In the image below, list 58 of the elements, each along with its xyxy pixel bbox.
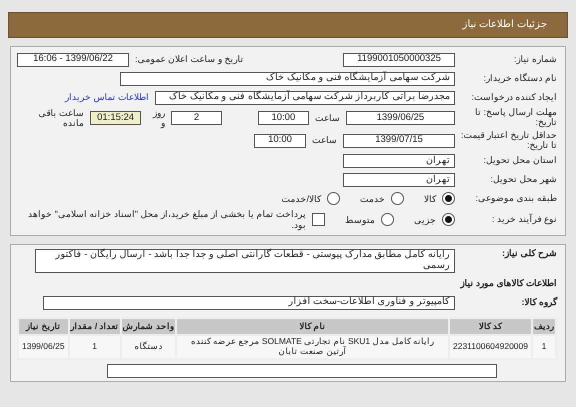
field-label: نام دستگاه خریدار: bbox=[482, 74, 557, 84]
table-cell: دستگاه bbox=[120, 335, 176, 359]
radio-label: خدمت bbox=[360, 194, 385, 204]
field-label: طبقه بندی موضوعی: bbox=[474, 194, 557, 204]
column-header: واحد شمارش bbox=[120, 318, 176, 336]
input-field[interactable]: 10:00 bbox=[254, 134, 306, 148]
input-field[interactable]: مجدرضا براتی کاربرداز شرکت سهامی آزمایشگاه فنی و مکانیک خاک bbox=[155, 90, 455, 104]
table-cell: رایانه کامل مدل SKU1 نام تجارتی SOLMATE مرجع عرضه کننده آرتین صنعت تابان bbox=[176, 335, 449, 359]
radio-label: کالا/خدمت bbox=[281, 194, 321, 204]
field-label: تاریخ و ساعت اعلان عمومی: bbox=[135, 54, 244, 65]
field-label: شرح کلی نیاز: bbox=[501, 249, 557, 260]
countdown-field[interactable]: 01:15:24 bbox=[90, 111, 142, 126]
section-title: اطلاعات کالاهای مورد نیاز bbox=[460, 278, 557, 289]
field-label: ایجاد کننده درخواست: bbox=[470, 92, 557, 102]
table-cell: 1 bbox=[532, 335, 556, 359]
radio-button[interactable] bbox=[442, 192, 455, 206]
checkbox[interactable] bbox=[312, 213, 325, 226]
input-field[interactable]: کامپیوتر و فناوری اطلاعات-سخت افزار bbox=[43, 296, 455, 310]
notes-field[interactable] bbox=[107, 364, 497, 378]
table-cell: 1399/06/25 bbox=[18, 335, 69, 359]
input-field[interactable]: 1399/06/22 - 16:06 bbox=[17, 52, 129, 66]
page-title: جزئیات اطلاعات نیاز bbox=[462, 19, 547, 31]
field-label: روز و bbox=[152, 108, 166, 129]
table-cell: 2231100604920009 bbox=[448, 335, 532, 359]
field-label: ساعت bbox=[312, 135, 337, 146]
field-label: شهر محل تحویل: bbox=[489, 175, 557, 185]
column-header: تعداد / مقدار bbox=[68, 318, 121, 336]
radio-button[interactable] bbox=[391, 192, 404, 206]
field-label: گروه کالا: bbox=[520, 298, 557, 308]
radio-button[interactable] bbox=[327, 192, 340, 206]
input-field[interactable]: 1399/06/25 bbox=[346, 111, 455, 126]
column-header: نام کالا bbox=[176, 318, 449, 336]
table-cell: 1 bbox=[68, 335, 121, 359]
radio-label: متوسط bbox=[345, 214, 375, 225]
field-label: ساعت باقی مانده bbox=[38, 108, 84, 129]
input-field[interactable]: شرکت سهامی آزمایشگاه فنی و مکانیک خاک bbox=[120, 72, 455, 86]
input-field[interactable]: 10:00 bbox=[258, 111, 309, 126]
column-header: کد کالا bbox=[448, 318, 532, 336]
description-field[interactable]: رایانه کامل مطابق مدارک پیوستی - قطعات گارانتی اصلی و جدا جدا باشد - ارسال رایگان - فاکتور رسمی bbox=[35, 249, 455, 274]
buyer-contact-link[interactable]: اطلاعات تماس خریدار bbox=[64, 92, 149, 103]
field-label: شماره نیاز: bbox=[512, 54, 557, 64]
field-label: حداقل تاریخ اعتبار قیمت: تا تاریخ: bbox=[461, 130, 557, 150]
column-header: تاریخ نیاز bbox=[18, 318, 69, 336]
input-field[interactable]: 1199001050000325 bbox=[343, 52, 455, 66]
field-label: ساعت bbox=[314, 113, 340, 124]
checkbox-label: پرداخت تمام یا بخشی از مبلغ خرید،از محل "اسناد خزانه اسلامی" خواهد بود. bbox=[27, 209, 306, 230]
input-field[interactable]: تهران bbox=[343, 172, 455, 187]
radio-button[interactable] bbox=[381, 213, 394, 226]
radio-button[interactable] bbox=[442, 213, 455, 226]
input-field[interactable]: تهران bbox=[343, 154, 455, 168]
input-field[interactable]: 1399/07/15 bbox=[343, 134, 455, 148]
column-header: ردیف bbox=[532, 318, 556, 336]
radio-label: کالا bbox=[424, 194, 436, 204]
input-field[interactable]: 2 bbox=[171, 111, 222, 126]
field-label: نوع فرآیند خرید : bbox=[490, 214, 557, 225]
field-label: مهلت ارسال پاسخ: تا تاریخ: bbox=[474, 108, 557, 128]
field-label: استان محل تحویل: bbox=[482, 156, 557, 166]
radio-label: جزیی bbox=[414, 214, 436, 225]
